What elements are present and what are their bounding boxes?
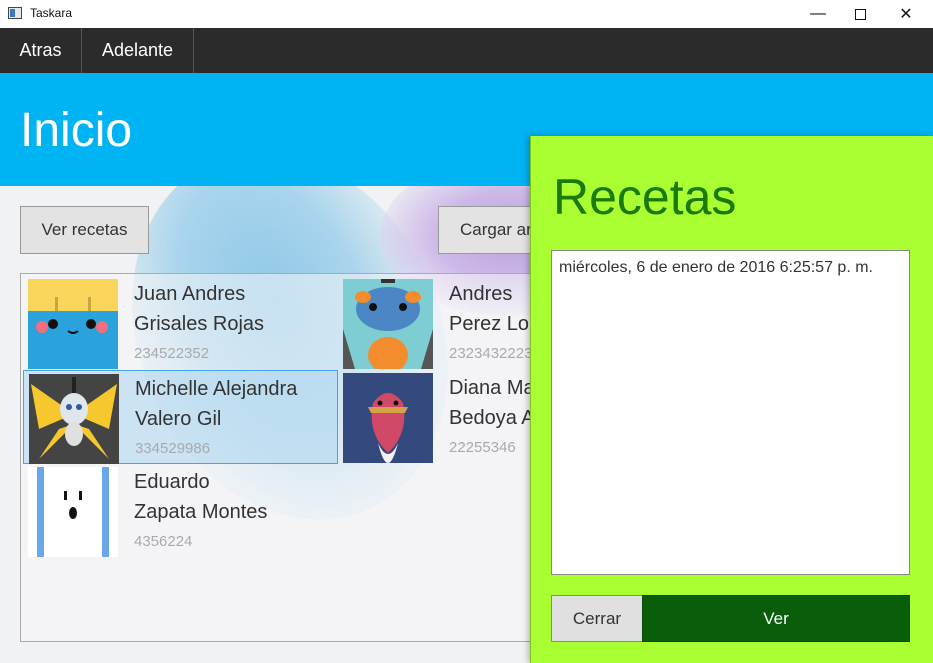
nav-bar: Atras Adelante [0, 28, 933, 73]
yellow-blue-creature-avatar [28, 279, 118, 369]
contact-card[interactable]: Eduardo Zapata Montes 4356224 [22, 463, 337, 557]
recipes-flyout: Recetas miércoles, 6 de enero de 2016 6:… [530, 136, 933, 663]
view-recipes-button[interactable]: Ver recetas [20, 206, 149, 254]
contact-phone: 4356224 [134, 533, 193, 550]
contact-first-name: Eduardo [134, 471, 210, 493]
contact-last-name: Perez Lop [449, 313, 541, 335]
maximize-button[interactable] [837, 0, 883, 28]
contact-phone: 234522352 [134, 345, 210, 362]
contact-phone: 2323432223 [449, 345, 533, 362]
contact-first-name: Diana Ma [449, 377, 535, 399]
red-bird-creature-avatar [343, 373, 433, 463]
contact-card[interactable]: Juan Andres Grisales Rojas 234522352 [22, 275, 337, 369]
view-button[interactable]: Ver [642, 595, 910, 642]
contact-first-name: Michelle Alejandra [135, 378, 298, 400]
maximize-icon [854, 8, 866, 20]
yellow-butterfly-creature-avatar [29, 374, 119, 464]
app-icon [8, 7, 22, 19]
window-titlebar: Taskara — ✕ [0, 0, 933, 28]
contact-first-name: Andres [449, 283, 513, 305]
contacts-grid: Juan Andres Grisales Rojas 234522352 And… [20, 273, 560, 642]
minimize-icon: — [810, 5, 826, 22]
close-flyout-button[interactable]: Cerrar [551, 595, 643, 642]
contact-phone: 22255346 [449, 439, 516, 456]
white-ghost-creature-avatar [28, 467, 118, 557]
close-button[interactable]: ✕ [883, 0, 929, 28]
contact-first-name: Juan Andres [134, 283, 246, 305]
close-icon: ✕ [899, 6, 913, 23]
teal-orange-creature-avatar [343, 279, 433, 369]
recipes-textbox[interactable]: miércoles, 6 de enero de 2016 6:25:57 p.… [551, 250, 910, 575]
page-title: Inicio [20, 104, 133, 157]
contact-card[interactable]: Michelle Alejandra Valero Gil 334529986 [23, 370, 338, 464]
window-title: Taskara [30, 6, 73, 20]
contact-last-name: Zapata Montes [134, 501, 268, 523]
contact-last-name: Valero Gil [135, 408, 222, 430]
minimize-button[interactable]: — [795, 0, 841, 28]
contact-phone: 334529986 [135, 440, 211, 457]
back-button[interactable]: Atras [0, 28, 82, 73]
flyout-title: Recetas [553, 169, 737, 225]
forward-button[interactable]: Adelante [82, 28, 194, 73]
contact-last-name: Grisales Rojas [134, 313, 265, 335]
contact-last-name: Bedoya A [449, 407, 535, 429]
